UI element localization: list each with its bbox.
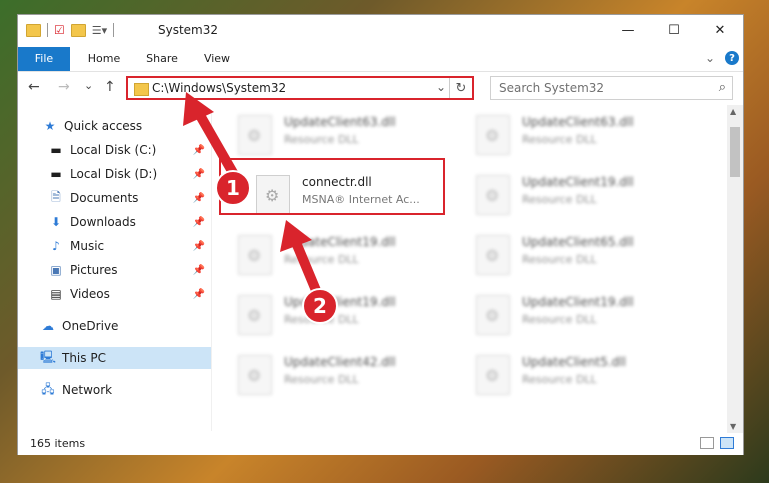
annotation-arrows (183, 92, 325, 305)
step-2-badge: 2 (302, 288, 338, 324)
step-1-badge: 1 (215, 170, 251, 206)
